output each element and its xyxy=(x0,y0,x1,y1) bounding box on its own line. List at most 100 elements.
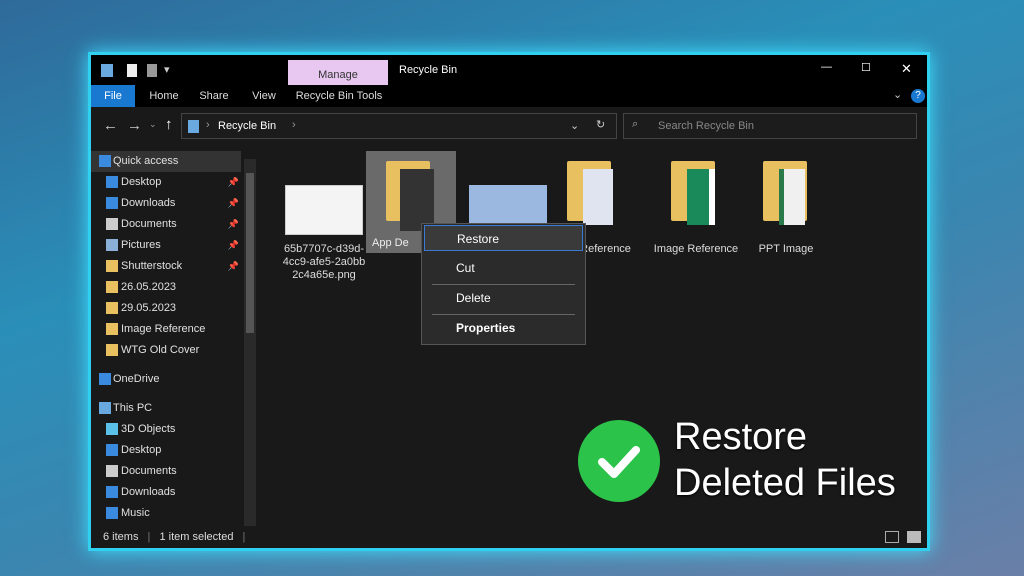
breadcrumb-chevron-icon[interactable]: › xyxy=(292,119,296,131)
search-input[interactable]: Search Recycle Bin xyxy=(658,120,754,132)
address-bar[interactable]: › Recycle Bin › ⌄ ↻ xyxy=(181,113,617,139)
sidebar-item-label: Pictures xyxy=(121,239,161,251)
file-item-png[interactable]: 65b7707c-d39d-4cc9-afe5-2a0bb2c4a65e.png xyxy=(279,185,369,282)
sidebar-item-label: Image Reference xyxy=(121,323,206,335)
sidebar-item-desktop[interactable]: Desktop 📌 xyxy=(91,172,241,193)
download-icon xyxy=(106,197,118,209)
overlay-headline-2: Deleted Files xyxy=(674,462,896,504)
menu-item-cut[interactable]: Cut xyxy=(424,255,583,281)
search-icon: ⌕ xyxy=(632,118,639,130)
sidebar-item-label: Documents xyxy=(121,218,177,230)
menu-item-restore[interactable]: Restore xyxy=(424,225,583,251)
sidebar-scroll-thumb[interactable] xyxy=(246,173,254,333)
tab-recycle-bin-tools[interactable]: Recycle Bin Tools xyxy=(291,85,387,107)
sidebar-item-label: WTG Old Cover xyxy=(121,344,200,356)
cloud-icon xyxy=(99,373,111,385)
pictures-icon xyxy=(106,239,118,251)
manage-tab[interactable]: Manage xyxy=(288,60,388,85)
help-icon[interactable]: ? xyxy=(911,89,925,103)
expand-ribbon-icon[interactable]: ⌄ xyxy=(893,88,902,101)
star-icon xyxy=(99,155,111,167)
sidebar-item-label: Music xyxy=(121,507,150,519)
breadcrumb-separator: › xyxy=(206,119,210,131)
tab-file[interactable]: File xyxy=(91,85,135,107)
sidebar-item-label: Downloads xyxy=(121,486,176,498)
close-button[interactable]: ✕ xyxy=(901,61,912,77)
pin-icon: 📌 xyxy=(227,198,239,208)
pin-icon: 📌 xyxy=(227,261,239,271)
properties-icon[interactable] xyxy=(127,64,137,77)
tab-view[interactable]: View xyxy=(241,85,287,107)
file-name: Image Reference xyxy=(653,243,739,255)
sidebar-item-label: Desktop xyxy=(121,176,162,188)
sidebar-item-quick-access[interactable]: Quick access xyxy=(91,151,241,172)
up-icon[interactable]: ↑ xyxy=(165,116,173,133)
recycle-bin-icon xyxy=(101,64,113,77)
breadcrumb-recycle-bin[interactable]: Recycle Bin xyxy=(218,120,276,132)
folder-icon xyxy=(106,344,118,356)
sidebar-item-label: 29.05.2023 xyxy=(121,302,177,314)
pin-icon: 📌 xyxy=(227,177,239,187)
tab-share[interactable]: Share xyxy=(191,85,237,107)
minimize-button[interactable]: — xyxy=(821,61,832,73)
sidebar-item-pictures[interactable]: Pictures 📌 xyxy=(91,235,241,256)
ribbon-tabs: File Home Share View Recycle Bin Tools ⌄… xyxy=(91,85,927,107)
recycle-bin-icon xyxy=(188,120,199,133)
folder-icon xyxy=(106,302,118,314)
refresh-icon[interactable]: ↻ xyxy=(596,118,605,131)
sidebar-item-label: 3D Objects xyxy=(121,423,176,435)
desktop-icon xyxy=(106,444,118,456)
folder-icon xyxy=(106,323,118,335)
sidebar-item-image-reference[interactable]: Image Reference xyxy=(91,319,241,340)
sidebar-item-music[interactable]: Music xyxy=(91,503,241,524)
search-box[interactable]: ⌕ Search Recycle Bin xyxy=(623,113,917,139)
address-dropdown-icon[interactable]: ⌄ xyxy=(570,119,579,132)
sidebar-item-label: Quick access xyxy=(113,155,179,167)
large-icons-view-icon[interactable] xyxy=(907,531,921,543)
tab-home[interactable]: Home xyxy=(141,85,187,107)
status-bar: 6 items | 1 item selected | xyxy=(91,526,927,548)
window-title: Recycle Bin xyxy=(399,64,458,76)
image-thumbnail xyxy=(285,185,363,235)
customize-qat-icon[interactable]: ▾ xyxy=(164,63,170,76)
maximize-button[interactable]: ☐ xyxy=(861,61,871,74)
overlay-headline-1: Restore xyxy=(674,416,808,458)
document-icon xyxy=(106,218,118,230)
sidebar-item-onedrive[interactable]: OneDrive xyxy=(91,369,241,390)
sidebar-item-wtg-old-cover[interactable]: WTG Old Cover xyxy=(91,340,241,361)
sidebar-item-3d-objects[interactable]: 3D Objects xyxy=(91,419,241,440)
folder-icon xyxy=(106,281,118,293)
sidebar-item-desktop[interactable]: Desktop xyxy=(91,440,241,461)
sidebar-item-label: Documents xyxy=(121,465,177,477)
menu-item-properties[interactable]: Properties xyxy=(424,315,583,341)
sidebar-item-documents[interactable]: Documents xyxy=(91,461,241,482)
sidebar-item-this-pc[interactable]: This PC xyxy=(91,398,241,419)
back-icon[interactable]: ← xyxy=(103,117,118,134)
context-menu: Restore Cut Delete Properties xyxy=(421,223,586,345)
title-bar: ▾ Manage Recycle Bin — ☐ ✕ xyxy=(91,55,927,85)
folder-preview xyxy=(687,169,715,225)
new-folder-icon[interactable] xyxy=(147,64,157,77)
forward-icon[interactable]: → xyxy=(127,117,142,134)
desktop-icon xyxy=(106,176,118,188)
folder-icon xyxy=(106,260,118,272)
computer-icon xyxy=(99,402,111,414)
file-name: App De xyxy=(372,237,409,249)
cube-icon xyxy=(106,423,118,435)
sidebar-item-shutterstock[interactable]: Shutterstock 📌 xyxy=(91,256,241,277)
navigation-pane: Quick access Desktop 📌 Downloads 📌 Documents 📌… xyxy=(91,147,257,527)
details-view-icon[interactable] xyxy=(885,531,899,543)
sidebar-item-documents[interactable]: Documents 📌 xyxy=(91,214,241,235)
recent-locations-icon[interactable]: ⌄ xyxy=(149,119,157,130)
pin-icon: 📌 xyxy=(227,219,239,229)
folder-preview xyxy=(400,169,434,231)
sidebar-item-26-05-2023[interactable]: 26.05.2023 xyxy=(91,277,241,298)
sidebar-item-downloads[interactable]: Downloads 📌 xyxy=(91,193,241,214)
sidebar-item-29-05-2023[interactable]: 29.05.2023 xyxy=(91,298,241,319)
folder-preview xyxy=(779,169,805,225)
menu-item-delete[interactable]: Delete xyxy=(424,285,583,311)
file-name: PPT Image xyxy=(758,243,814,255)
pin-icon: 📌 xyxy=(227,240,239,250)
item-count: 6 items xyxy=(103,531,139,543)
sidebar-item-downloads[interactable]: Downloads xyxy=(91,482,241,503)
